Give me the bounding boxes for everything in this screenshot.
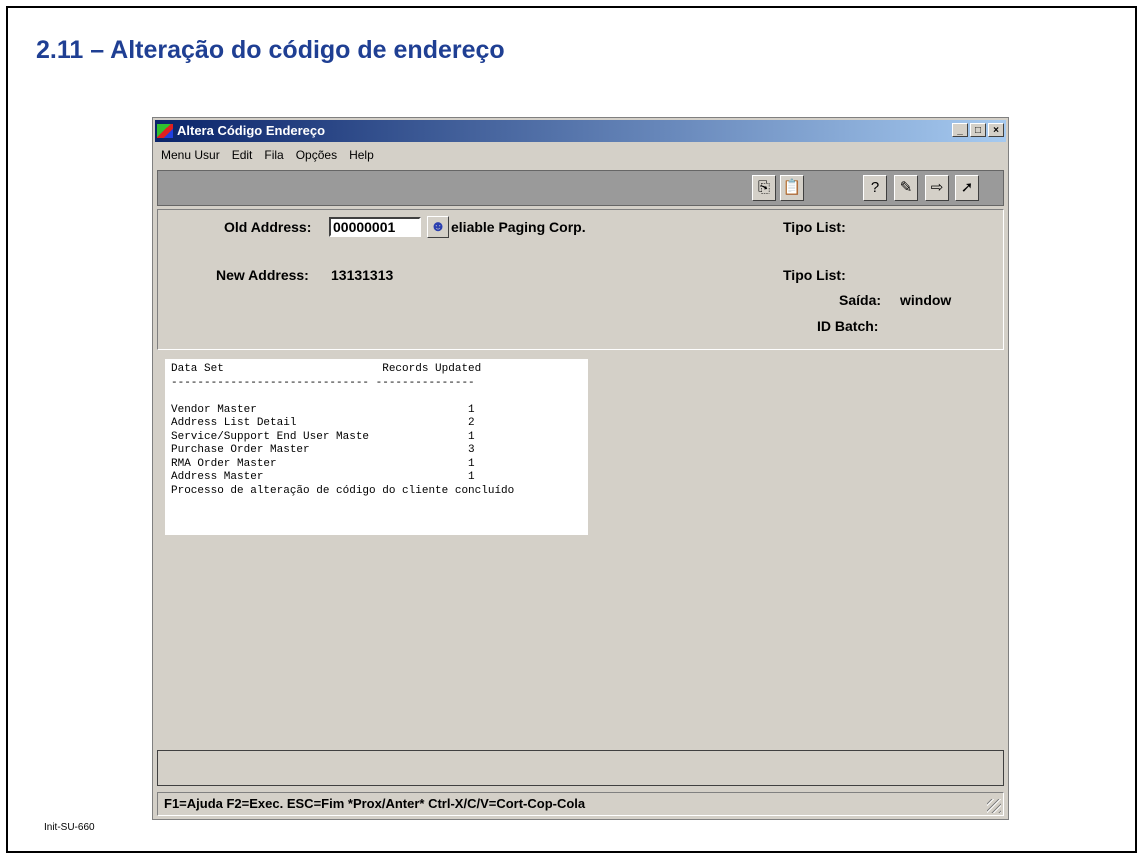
saida-value: window [900,292,952,308]
old-address-label: Old Address: [224,219,312,235]
menu-item-edit[interactable]: Edit [232,148,253,162]
slide-title: 2.11 – Alteração do código de endereço [36,36,505,64]
saida-label: Saída: [839,292,882,308]
app-icon [157,124,173,138]
help-query-icon[interactable]: ? [863,175,887,201]
message-area [157,750,1004,786]
menu-bar: Menu Usur Edit Fila Opções Help [155,145,1006,165]
report-row: Purchase Order Master 3 [171,444,475,456]
menu-item-fila[interactable]: Fila [264,148,283,162]
menu-item-menu-usur[interactable]: Menu Usur [161,148,220,162]
tipo-list-label-1: Tipo List: [783,219,846,235]
new-address-label: New Address: [216,267,309,283]
report-row: Vendor Master 1 [171,403,475,416]
paste-icon[interactable]: 📋 [780,175,804,201]
tipo-list-label-2: Tipo List: [783,267,846,283]
old-address-input[interactable]: 00000001 [329,217,421,237]
output-report: Data Set Records Updated ---------------… [165,359,588,535]
app-window: Altera Código Endereço _ □ × Menu Usur E… [152,117,1009,820]
toolbar: ⎘ 📋 ? ✎ ⇨ ➚ [157,170,1004,206]
minimize-button[interactable]: _ [952,123,968,137]
report-separator: ------------------------------ ---------… [171,376,475,389]
status-bar: F1=Ajuda F2=Exec. ESC=Fim *Prox/Anter* C… [157,792,1004,816]
window-title: Altera Código Endereço [177,123,326,138]
report-row: Address Master 1 [171,471,475,483]
report-spacer [171,390,582,404]
report-row: RMA Order Master 1 [171,457,475,470]
menu-item-help[interactable]: Help [349,148,374,162]
id-batch-label: ID Batch: [817,318,879,334]
new-address-value: 13131313 [331,267,394,283]
report-header: Data Set Records Updated [171,363,482,375]
maximize-button[interactable]: □ [970,123,986,137]
exit-icon[interactable]: ➚ [955,175,979,201]
export-icon[interactable]: ⇨ [925,175,949,201]
old-address-name: eliable Paging Corp. [451,219,586,235]
window-controls: _ □ × [952,123,1004,137]
window-titlebar[interactable]: Altera Código Endereço _ □ × [155,120,1006,142]
report-row: Service/Support End User Maste 1 [171,430,475,443]
lookup-icon[interactable]: ☻ [427,216,449,238]
edit-query-icon[interactable]: ✎ [894,175,918,201]
menu-item-opcoes[interactable]: Opções [296,148,337,162]
slide-footer: Init-SU-660 [44,822,95,833]
report-message: Processo de alteração de código do clien… [171,484,515,497]
status-bar-text: F1=Ajuda F2=Exec. ESC=Fim *Prox/Anter* C… [164,796,586,811]
close-button[interactable]: × [988,123,1004,137]
report-row: Address List Detail 2 [171,417,475,429]
copy-icon[interactable]: ⎘ [752,175,776,201]
form-panel: Old Address: 00000001 ☻ eliable Paging C… [157,209,1004,350]
resize-grip-icon[interactable] [987,799,1001,813]
